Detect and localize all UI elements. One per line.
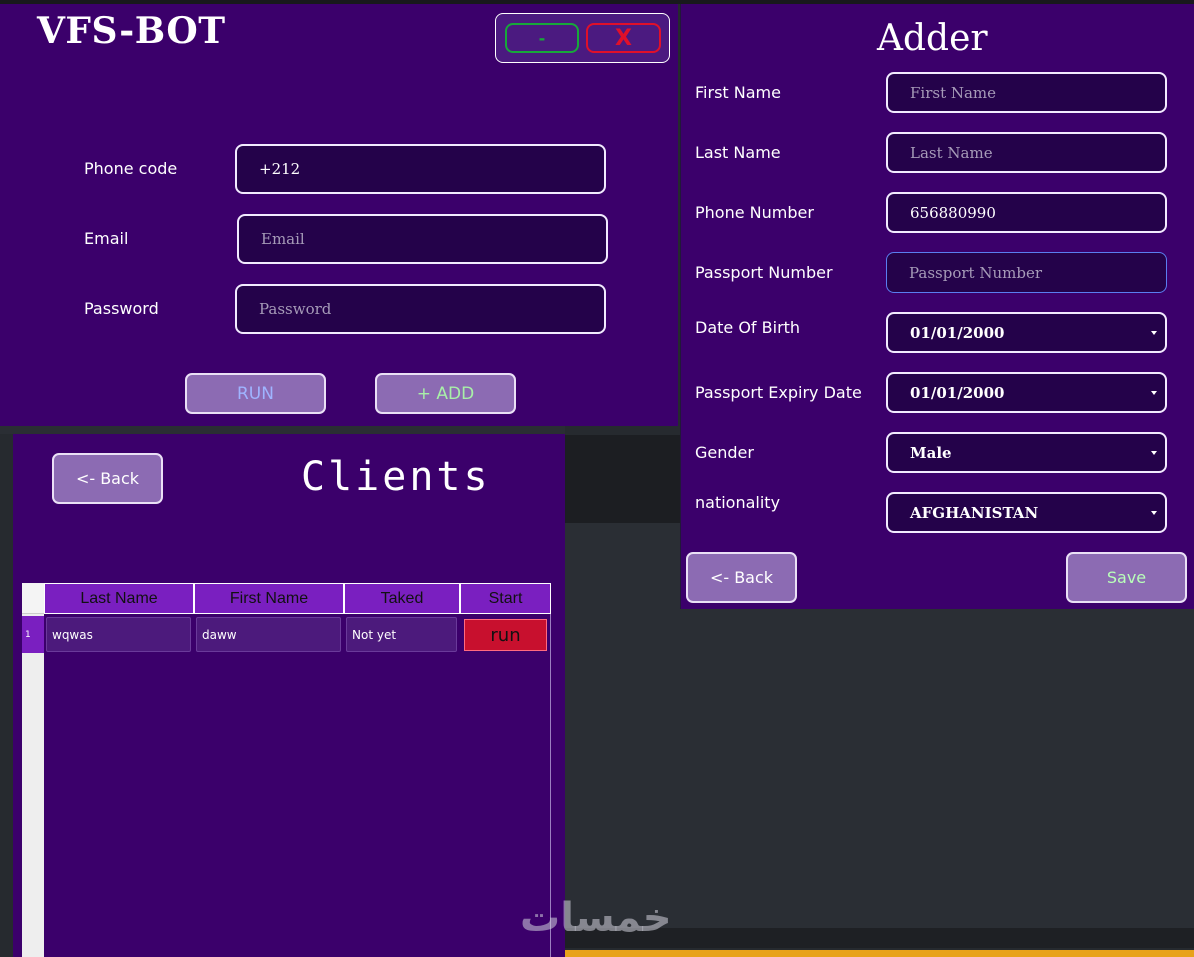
expiry-dateedit[interactable]: 01/01/2000 [886,372,1167,413]
adder-window: Adder First Name First Name Last Name La… [680,4,1194,609]
passport-number-label: Passport Number [695,263,833,282]
background-window-header [565,435,685,523]
gender-label: Gender [695,443,754,462]
close-button[interactable]: X [586,23,661,53]
minimize-button[interactable]: - [505,23,579,53]
clients-title: Clients [301,454,491,500]
gender-value: Male [910,443,952,462]
password-label: Password [84,299,159,318]
chevron-down-icon [1151,450,1157,455]
window-controls: - X [495,13,670,63]
passport-number-input[interactable]: Passport Number [886,252,1167,293]
nationality-label: nationality [695,493,781,512]
nationality-select[interactable]: AFGHANISTAN [886,492,1167,533]
table-corner [22,583,44,614]
background-orange-bar [565,950,1194,957]
gender-select[interactable]: Male [886,432,1167,473]
column-header-last-name[interactable]: Last Name [44,583,194,614]
password-input[interactable]: Password [235,284,606,334]
phone-number-label: Phone Number [695,203,814,222]
watermark-logo: خمسات [520,895,672,941]
cell-first-name[interactable]: daww [196,617,341,652]
row-number: 1 [22,616,44,653]
clients-window: <- Back Clients Last Name First Name Tak… [13,434,565,957]
column-header-taked[interactable]: Taked [344,583,460,614]
save-button[interactable]: Save [1066,552,1187,603]
first-name-input[interactable]: First Name [886,72,1167,113]
nationality-value: AFGHANISTAN [910,503,1039,522]
chevron-down-icon [1151,330,1157,335]
chevron-down-icon [1151,390,1157,395]
run-row-button[interactable]: run [464,619,547,651]
minimize-icon: - [538,28,546,48]
phone-code-label: Phone code [84,159,178,178]
phone-number-input[interactable]: 656880990 [886,192,1167,233]
close-icon: X [615,25,632,51]
expiry-label: Passport Expiry Date [695,383,862,402]
clients-back-button[interactable]: <- Back [52,453,163,504]
dob-label: Date Of Birth [695,318,801,337]
first-name-label: First Name [695,83,781,102]
adder-back-button[interactable]: <- Back [686,552,797,603]
clients-table: Last Name First Name Taked Start 1 wqwas… [22,583,552,957]
email-input[interactable]: Email [237,214,608,264]
dob-dateedit[interactable]: 01/01/2000 [886,312,1167,353]
expiry-value: 01/01/2000 [910,383,1005,402]
run-button[interactable]: RUN [185,373,326,414]
column-header-start[interactable]: Start [460,583,551,614]
email-label: Email [84,229,129,248]
last-name-input[interactable]: Last Name [886,132,1167,173]
phone-code-input[interactable]: +212 [235,144,606,194]
adder-title: Adder [877,18,988,59]
cell-last-name[interactable]: wqwas [46,617,191,652]
window-gap [0,426,565,434]
main-window: VFS-BOT - X Phone code +212 Email Email … [0,4,678,426]
add-button[interactable]: + ADD [375,373,516,414]
cell-taked[interactable]: Not yet [346,617,457,652]
last-name-label: Last Name [695,143,781,162]
dob-value: 01/01/2000 [910,323,1005,342]
chevron-down-icon [1151,510,1157,515]
main-title: VFS-BOT [37,10,226,52]
column-header-first-name[interactable]: First Name [194,583,344,614]
